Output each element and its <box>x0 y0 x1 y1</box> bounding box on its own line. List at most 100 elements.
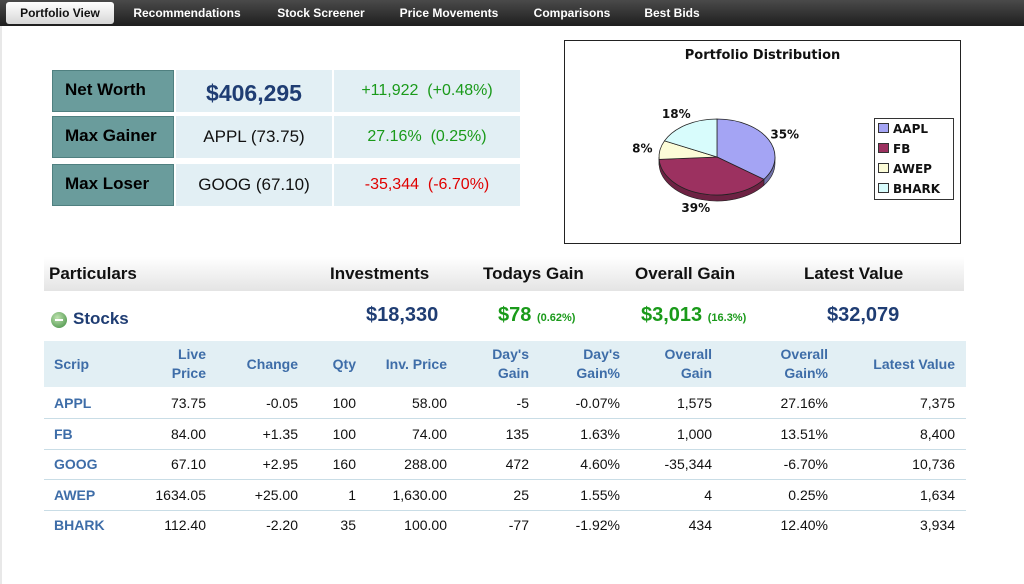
cell-overall-gain: 4 <box>644 480 712 510</box>
pie-label-fb: 39% <box>681 201 710 215</box>
tab-price-movements[interactable]: Price Movements <box>392 2 506 24</box>
cell-qty: 160 <box>314 449 356 479</box>
tab-stock-screener[interactable]: Stock Screener <box>268 2 374 24</box>
legend-swatch-awep <box>878 163 889 173</box>
max-loser-change-pct: (-6.70%) <box>428 176 489 193</box>
tab-recommendations[interactable]: Recommendations <box>126 2 248 24</box>
cell-overall-gain-pct: 0.25% <box>760 480 828 510</box>
cell-change: -2.20 <box>230 510 298 540</box>
net-worth-change: +11,922 (+0.48%) <box>334 70 520 112</box>
col-live-price-line1: Live <box>178 346 206 362</box>
stocks-todays-gain-value: $78 <box>498 304 531 326</box>
pie-label-bhark: 18% <box>662 107 691 121</box>
max-loser-label: Max Loser <box>52 164 174 206</box>
cell-latest-value: 8,400 <box>856 419 955 449</box>
cell-qty: 100 <box>314 388 356 418</box>
cell-days-gain: -5 <box>474 388 529 418</box>
legend-label-awep: AWEP <box>893 162 932 176</box>
net-worth-change-amount: +11,922 <box>361 82 418 99</box>
cell-days-gain: -77 <box>474 510 529 540</box>
cell-change: +2.95 <box>230 449 298 479</box>
max-loser-change-amount: -35,344 <box>365 176 419 193</box>
col-overall-gain-pct[interactable]: OverallGain% <box>760 345 828 383</box>
net-worth-value: $406,295 <box>176 70 332 112</box>
col-qty[interactable]: Qty <box>314 355 356 374</box>
cell-scrip[interactable]: AWEP <box>54 480 95 510</box>
stocks-overall-gain-pct: (16.3%) <box>708 312 747 324</box>
left-frame-border <box>0 26 2 584</box>
legend-swatch-bhark <box>878 183 889 193</box>
col-live-price[interactable]: Live Price <box>154 345 206 383</box>
cell-days-gain: 25 <box>474 480 529 510</box>
table-row: GOOG 67.10 +2.95 160 288.00 472 4.60% -3… <box>44 449 966 480</box>
holdings-column-headers: Scrip Live Price Change Qty Inv. Price Da… <box>44 341 966 387</box>
max-gainer-change-amount: 27.16% <box>367 128 421 145</box>
cell-overall-gain-pct: -6.70% <box>760 449 828 479</box>
table-row: APPL 73.75 -0.05 100 58.00 -5 -0.07% 1,5… <box>44 388 966 419</box>
cell-overall-gain-pct: 27.16% <box>760 388 828 418</box>
cell-overall-gain: 1,575 <box>644 388 712 418</box>
stocks-todays-gain: $78 (0.62%) <box>498 304 575 327</box>
col-overall-gain[interactable]: OverallGain <box>644 345 712 383</box>
cell-scrip[interactable]: APPL <box>54 388 91 418</box>
stocks-latest-value: $32,079 <box>827 304 899 327</box>
cell-scrip[interactable]: GOOG <box>54 449 98 479</box>
col-inv-price[interactable]: Inv. Price <box>370 355 447 374</box>
cell-days-gain-pct: -1.92% <box>560 510 620 540</box>
legend-item-aapl: AAPL <box>878 119 928 139</box>
cell-qty: 100 <box>314 419 356 449</box>
legend-item-awep: AWEP <box>878 159 932 179</box>
cell-latest-value: 3,934 <box>856 510 955 540</box>
header-particulars: Particulars <box>49 257 137 291</box>
tab-comparisons[interactable]: Comparisons <box>526 2 618 24</box>
col-days-gain-pct[interactable]: Day'sGain% <box>560 345 620 383</box>
col-latest-value[interactable]: Latest Value <box>856 355 955 374</box>
chart-legend: AAPL FB AWEP BHARK <box>874 118 954 200</box>
collapse-icon[interactable] <box>51 312 67 328</box>
cell-change: -0.05 <box>230 388 298 418</box>
cell-change: +1.35 <box>230 419 298 449</box>
header-todays-gain: Todays Gain <box>483 257 584 291</box>
header-latest-value: Latest Value <box>804 257 903 291</box>
stocks-label[interactable]: Stocks <box>73 309 129 329</box>
col-overall-gain-pct-line1: Overall <box>781 346 828 362</box>
tab-portfolio-view[interactable]: Portfolio View <box>6 2 114 24</box>
particulars-header: Particulars Investments Todays Gain Over… <box>44 257 964 291</box>
cell-scrip[interactable]: FB <box>54 419 73 449</box>
col-days-gain-line1: Day's <box>492 346 529 362</box>
cell-overall-gain: 1,000 <box>644 419 712 449</box>
cell-inv-price: 100.00 <box>370 510 447 540</box>
cell-inv-price: 288.00 <box>370 449 447 479</box>
col-days-gain[interactable]: Day's Gain <box>474 345 529 383</box>
header-overall-gain: Overall Gain <box>635 257 735 291</box>
cell-latest-value: 7,375 <box>856 388 955 418</box>
cell-days-gain: 135 <box>474 419 529 449</box>
max-gainer-value: APPL (73.75) <box>176 116 332 158</box>
legend-label-aapl: AAPL <box>893 122 928 136</box>
legend-swatch-fb <box>878 143 889 153</box>
cell-qty: 35 <box>314 510 356 540</box>
stocks-overall-gain: $3,013 (16.3%) <box>641 304 746 327</box>
col-scrip[interactable]: Scrip <box>54 355 89 374</box>
max-gainer-change-pct: (0.25%) <box>431 128 487 145</box>
cell-scrip[interactable]: BHARK <box>54 510 105 540</box>
cell-live-price: 73.75 <box>144 388 206 418</box>
col-days-gain-pct-line1: Day's <box>583 346 620 362</box>
net-worth-label: Net Worth <box>52 70 174 112</box>
cell-days-gain-pct: -0.07% <box>560 388 620 418</box>
max-loser-value: GOOG (67.10) <box>176 164 332 206</box>
tab-best-bids[interactable]: Best Bids <box>636 2 708 24</box>
col-change[interactable]: Change <box>230 355 298 374</box>
cell-live-price: 84.00 <box>144 419 206 449</box>
legend-swatch-aapl <box>878 123 889 133</box>
cell-days-gain-pct: 1.63% <box>560 419 620 449</box>
cell-change: +25.00 <box>230 480 298 510</box>
col-overall-gain-line2: Gain <box>681 365 712 381</box>
col-live-price-line2: Price <box>172 365 206 381</box>
col-days-gain-line2: Gain <box>498 365 529 381</box>
cell-latest-value: 1,634 <box>856 480 955 510</box>
cell-overall-gain: 434 <box>644 510 712 540</box>
stocks-investments: $18,330 <box>366 304 438 327</box>
cell-overall-gain-pct: 12.40% <box>760 510 828 540</box>
cell-overall-gain-pct: 13.51% <box>760 419 828 449</box>
